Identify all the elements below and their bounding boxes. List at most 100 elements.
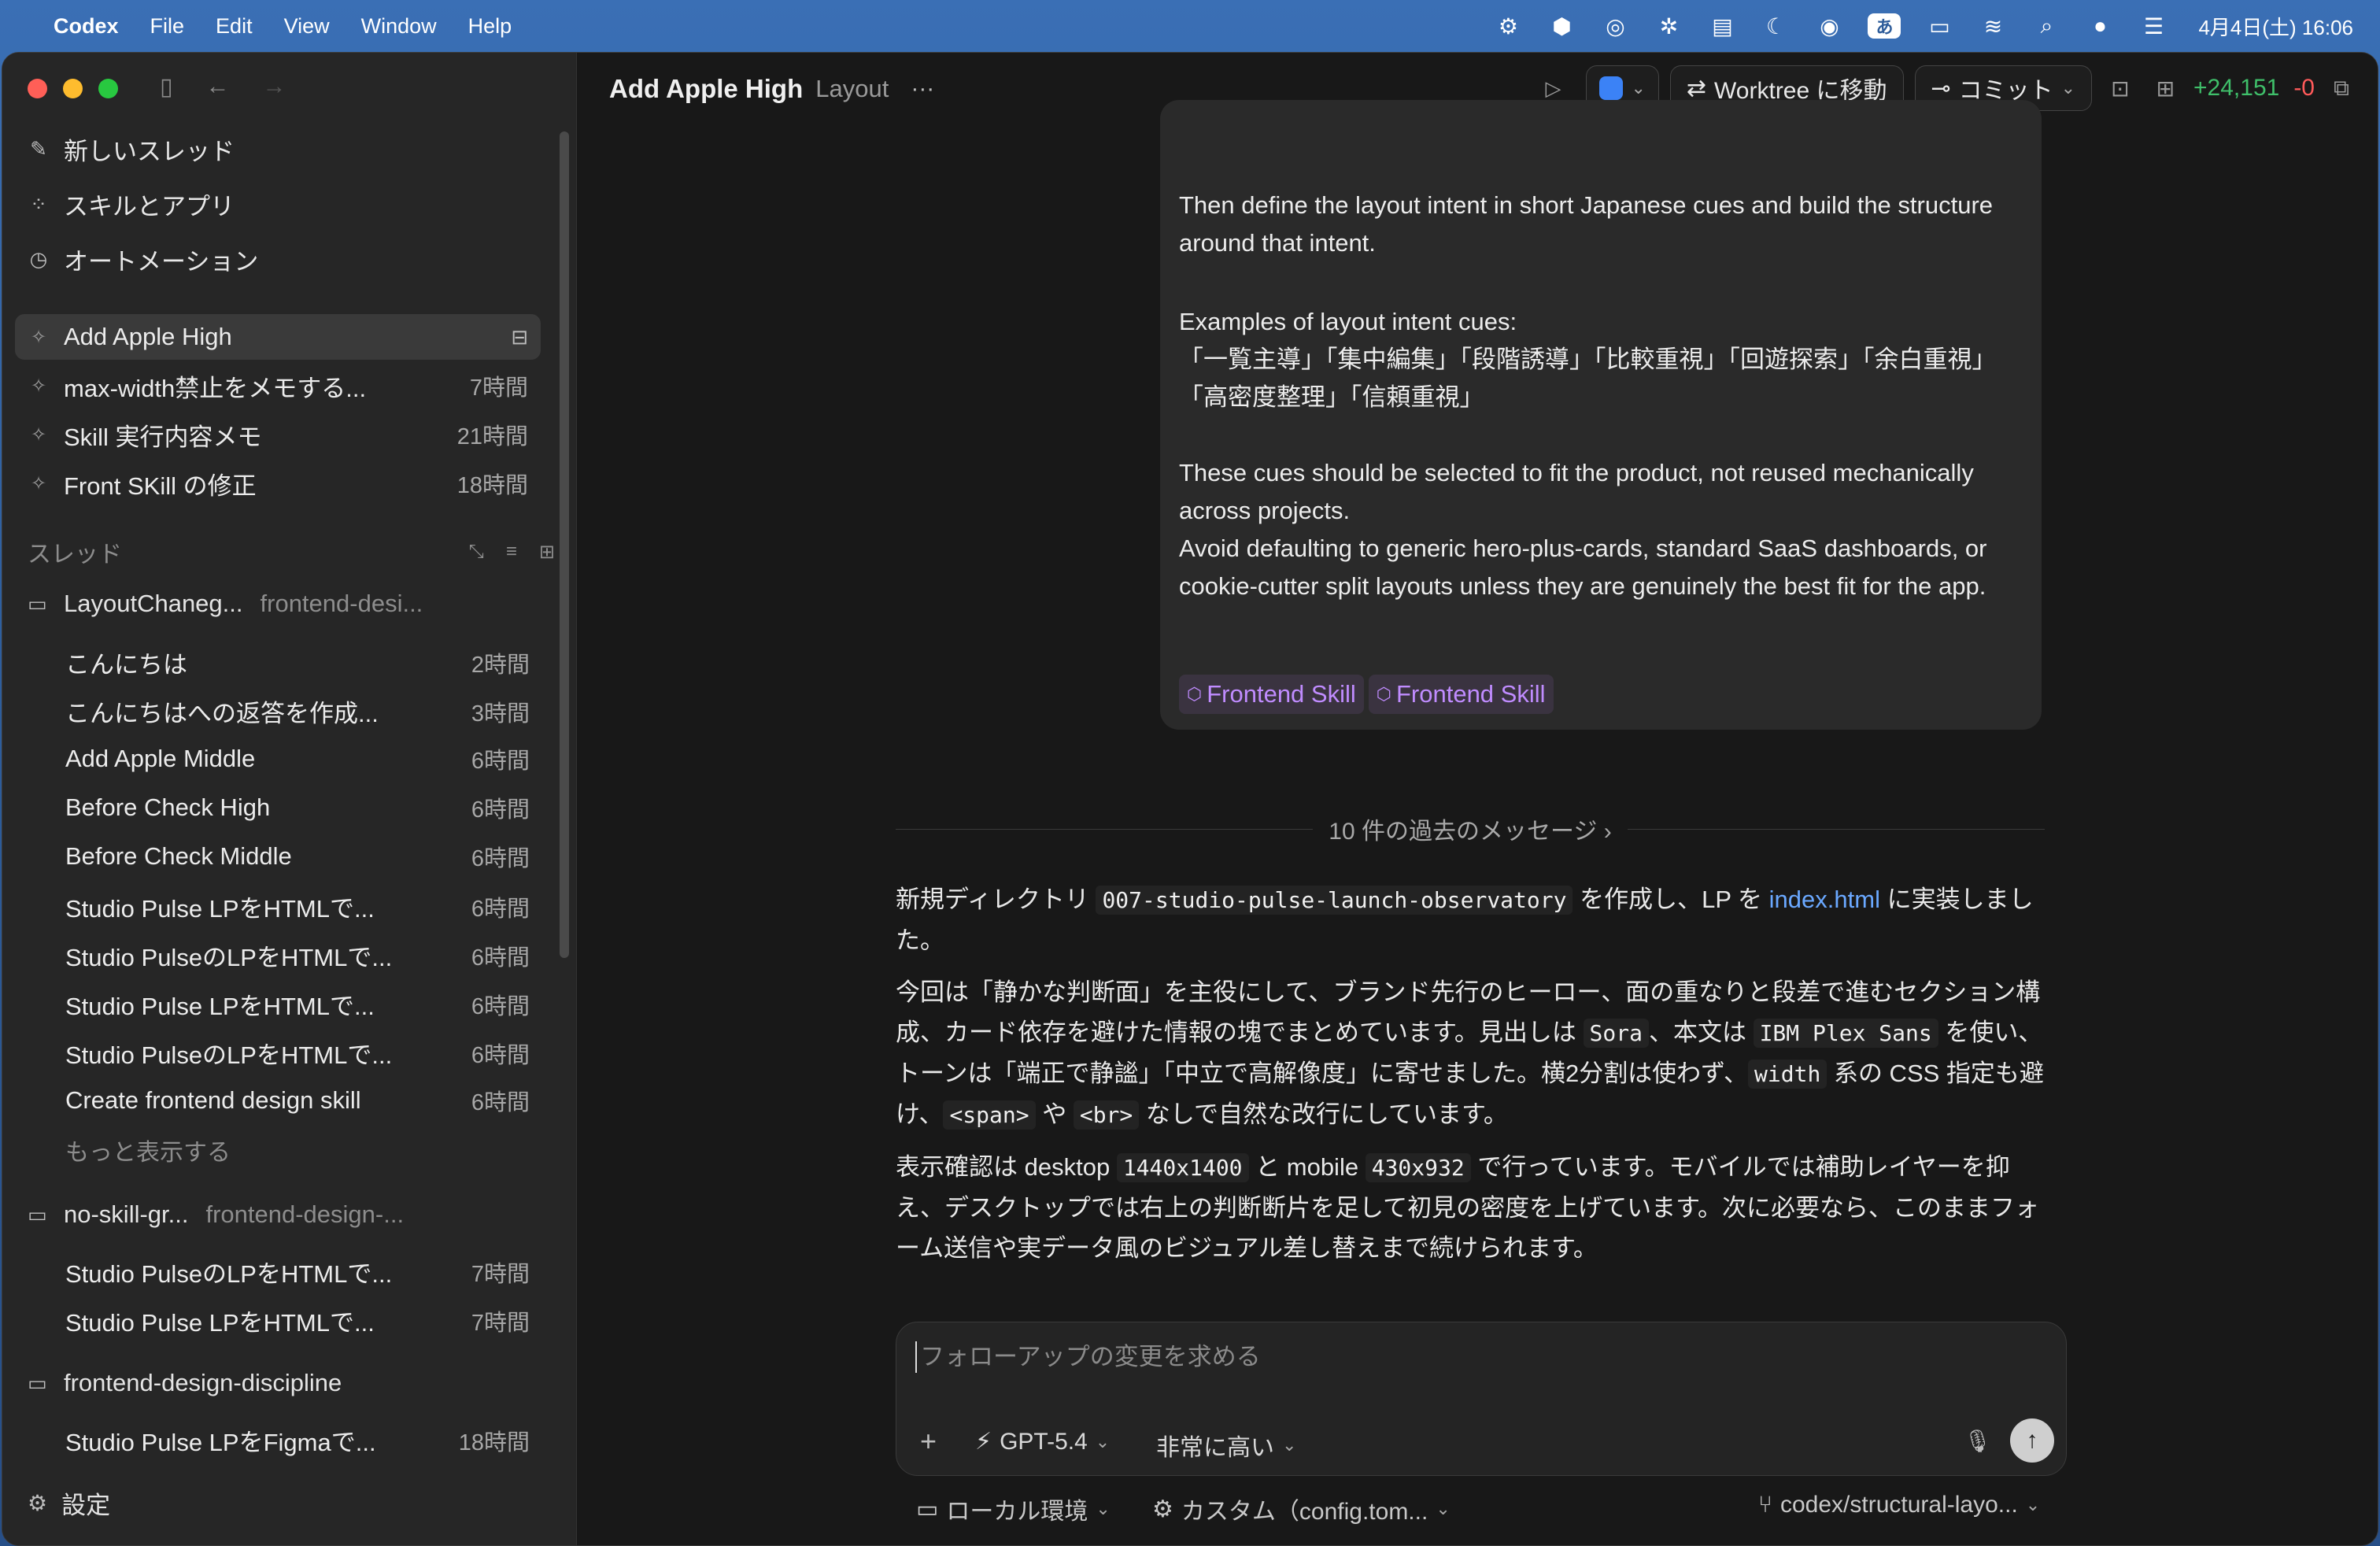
pinned-thread[interactable]: ✧ max-width禁止をメモする... 7時間	[15, 363, 541, 409]
thread-time: 6時間	[471, 1090, 530, 1115]
tools-icon[interactable]: ✲	[1654, 13, 1683, 39]
user-message-bubble: Then define the layout intent in short J…	[1160, 100, 2042, 730]
edit-icon: ✎	[30, 137, 47, 161]
list-item[interactable]: Studio Pulse LPをHTMLで... 6時間	[65, 986, 530, 1022]
more-options-icon[interactable]: ···	[911, 76, 934, 102]
control-center-icon[interactable]: ☰	[2138, 13, 2168, 39]
diff-additions[interactable]: +24,151	[2193, 75, 2279, 102]
folder-group-layoutchange[interactable]: ▭ LayoutChaneg... frontend-desi...	[28, 590, 555, 618]
popout-icon[interactable]: ⧉	[2334, 76, 2349, 102]
back-arrow-icon[interactable]: ←	[206, 73, 230, 101]
list-item[interactable]: Create frontend design skill 6時間	[65, 1084, 530, 1117]
environment-selector[interactable]: ▭ ローカル環境 ⌄	[916, 1492, 1111, 1526]
archive-icon[interactable]: ⊟	[511, 325, 528, 350]
thread-time: 7時間	[469, 375, 528, 401]
menu-help[interactable]: Help	[468, 14, 512, 39]
sidebar-scrollbar[interactable]	[560, 131, 569, 958]
diff-icon[interactable]: ⊞	[2156, 76, 2175, 102]
skill-chip-label: Frontend Skill	[1207, 680, 1356, 708]
settings-button[interactable]: ⚙ 設定	[28, 1485, 110, 1521]
history-count[interactable]: 10 件の過去のメッセージ ›	[1313, 812, 1627, 846]
file-link[interactable]: index.html	[1769, 886, 1880, 913]
list-item[interactable]: Add Apple Middle 6時間	[65, 742, 530, 775]
branch-label: codex/structural-layo...	[1780, 1492, 2018, 1518]
list-item[interactable]: Before Check High 6時間	[65, 791, 530, 824]
terminal-icon[interactable]: ⊡	[2111, 76, 2129, 102]
list-item[interactable]: こんにちは 2時間	[65, 645, 530, 680]
send-button[interactable]: ↑	[2010, 1418, 2054, 1463]
folder-subtitle: frontend-design-...	[205, 1200, 405, 1228]
run-icon[interactable]: ▷	[1545, 76, 1561, 101]
divider-line	[1627, 828, 2046, 830]
list-item[interactable]: Studio Pulse LPをFigmaで... 18時間	[65, 1422, 530, 1458]
menu-file[interactable]: File	[150, 14, 185, 39]
folder-group-frontend-design-discipline[interactable]: ▭ frontend-design-discipline	[28, 1369, 555, 1397]
filter-icon[interactable]: ≡	[506, 541, 517, 564]
thread-time: 21時間	[456, 424, 528, 449]
skill-chip[interactable]: ⬡ Frontend Skill	[1368, 675, 1554, 714]
model-selector[interactable]: ⚡ GPT-5.4 ⌄	[975, 1428, 1110, 1455]
airdrop-icon[interactable]: ◉	[1814, 13, 1844, 39]
microphone-icon[interactable]: 🎙	[1964, 1428, 1992, 1454]
diff-deletions[interactable]: -0	[2293, 75, 2315, 102]
branch-selector[interactable]: ⑂ codex/structural-layo... ⌄	[1758, 1492, 2040, 1518]
nav-automation[interactable]: ◷ オートメーション	[28, 242, 259, 277]
reply-text: 表示確認は desktop	[896, 1153, 1117, 1181]
collapse-icon[interactable]: ⤡	[469, 541, 484, 564]
cube-icon[interactable]: ⬢	[1547, 13, 1576, 39]
gear-status-icon[interactable]: ⚙	[1493, 13, 1523, 39]
menu-edit[interactable]: Edit	[216, 14, 253, 39]
chevron-down-icon: ⌄	[1096, 1499, 1111, 1518]
config-selector[interactable]: ⚙ カスタム（config.tom... ⌄	[1152, 1492, 1451, 1526]
zoom-window-button[interactable]	[98, 79, 118, 98]
pinned-thread-add-apple-high[interactable]: ✧ Add Apple High ⊟	[15, 314, 541, 360]
list-item[interactable]: Studio Pulse LPをHTMLで... 6時間	[65, 889, 530, 924]
close-window-button[interactable]	[28, 79, 47, 98]
nav-new-thread[interactable]: ✎ 新しいスレッド	[28, 131, 235, 167]
menu-window[interactable]: Window	[361, 14, 437, 39]
app-menu[interactable]: Codex	[54, 14, 119, 39]
history-divider[interactable]: 10 件の過去のメッセージ ›	[896, 812, 2046, 846]
wifi-icon[interactable]: ≋	[1978, 13, 2008, 39]
skill-chip[interactable]: ⬡ Frontend Skill	[1179, 675, 1364, 714]
clock-icon: ◷	[29, 247, 48, 271]
clipboard-icon[interactable]: ▤	[1707, 13, 1737, 39]
siri-icon[interactable]: ●	[2085, 13, 2115, 39]
chevron-down-icon: ⌄	[1282, 1435, 1297, 1455]
chevron-down-icon: ⌄	[2025, 1495, 2041, 1515]
list-item[interactable]: こんにちはへの返答を作成... 3時間	[65, 693, 530, 729]
list-item[interactable]: Studio PulseのLPをHTMLで... 7時間	[65, 1254, 530, 1289]
moon-icon[interactable]: ☾	[1761, 13, 1791, 39]
thread-time: 6時間	[471, 993, 530, 1019]
pinned-thread[interactable]: ✧ Skill 実行内容メモ 21時間	[15, 412, 541, 457]
pinned-thread[interactable]: ✧ Front SKill の修正 18時間	[15, 460, 541, 506]
forward-arrow-icon[interactable]: →	[263, 73, 286, 101]
chevron-down-icon: ⌄	[2060, 78, 2076, 98]
sidebar-toggle-icon[interactable]: ▯	[160, 73, 173, 101]
search-icon[interactable]: ⌕	[2031, 13, 2061, 39]
divider-line	[896, 828, 1314, 830]
list-item[interactable]: Studio PulseのLPをHTMLで... 6時間	[65, 938, 530, 973]
list-item[interactable]: Studio Pulse LPをHTMLで... 7時間	[65, 1303, 530, 1338]
follow-up-input[interactable]: フォローアップの変更を求める	[915, 1341, 2017, 1373]
thread-label: Skill 実行内容メモ	[64, 423, 262, 451]
list-item[interactable]: Before Check Middle 6時間	[65, 840, 530, 873]
thread-label: Studio Pulse LPをFigmaで...	[65, 1429, 376, 1456]
input-method-icon[interactable]: あ	[1868, 13, 1901, 39]
new-folder-icon[interactable]: ⊞	[539, 541, 555, 564]
inline-code: <span>	[943, 1100, 1036, 1130]
menubar-clock[interactable]: 4月4日(土) 16:06	[2198, 12, 2353, 41]
sync-icon[interactable]: ◎	[1600, 13, 1630, 39]
pin-icon: ✧	[30, 472, 47, 494]
plus-icon[interactable]: +	[920, 1425, 937, 1458]
minimize-window-button[interactable]	[63, 79, 83, 98]
list-item[interactable]: Studio PulseのLPをHTMLで... 6時間	[65, 1035, 530, 1071]
menu-view[interactable]: View	[284, 14, 330, 39]
threads-heading: スレッド	[28, 542, 122, 568]
battery-icon[interactable]: ▭	[1924, 13, 1954, 39]
reasoning-effort-selector[interactable]: 非常に高い ⌄	[1156, 1428, 1296, 1463]
show-more-link[interactable]: もっと表示する	[65, 1133, 231, 1167]
nav-skills-apps[interactable]: ⁘ スキルとアプリ	[28, 187, 235, 222]
thread-label: Front SKill の修正	[64, 472, 257, 500]
folder-group-no-skill[interactable]: ▭ no-skill-gr... frontend-design-...	[28, 1200, 555, 1229]
